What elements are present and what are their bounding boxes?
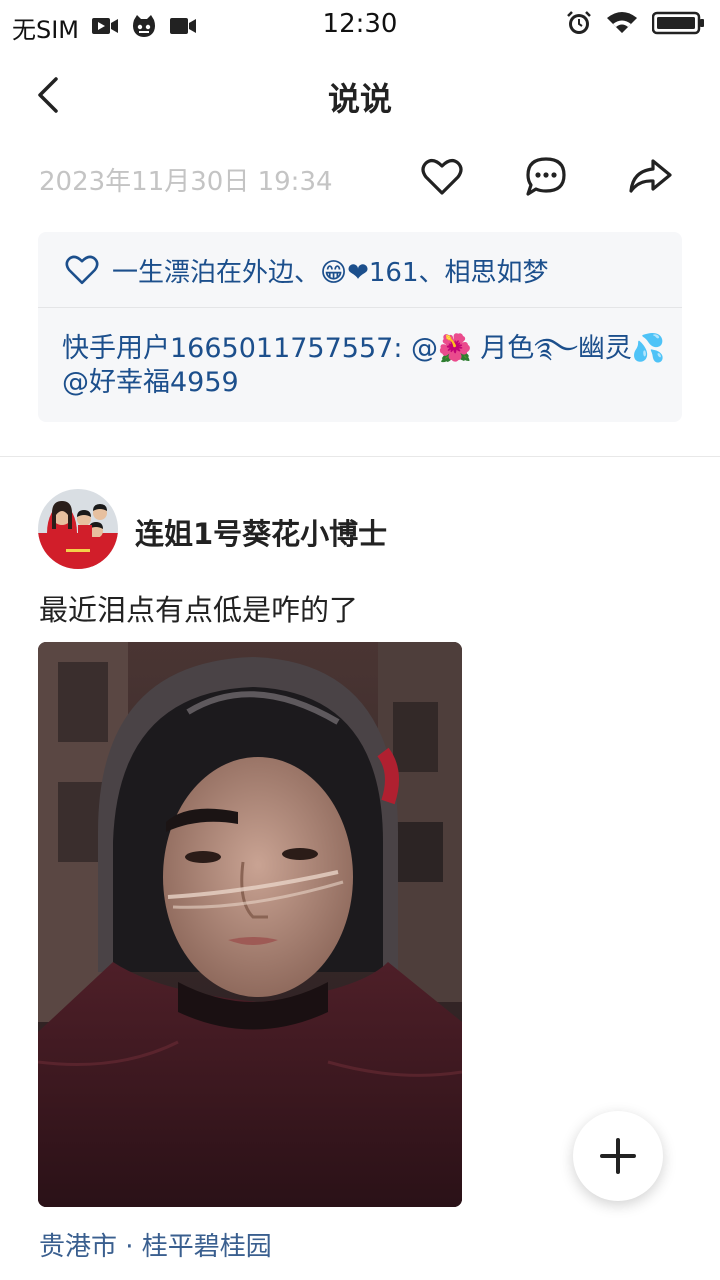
status-right [566, 10, 706, 40]
wifi-icon [606, 11, 638, 39]
alarm-icon [566, 10, 592, 40]
plus-icon [600, 1138, 636, 1174]
like-button[interactable] [418, 153, 466, 201]
post-meta-row: 2023年11月30日 19:34 [0, 145, 720, 209]
add-post-button[interactable] [573, 1111, 663, 1201]
screen: 无SIM 12:30 说说 2023年11月30日 19:34 一生漂泊在外边、… [0, 0, 720, 1280]
author-avatar[interactable] [38, 489, 118, 569]
likes-heart-icon [64, 254, 100, 290]
post-photo[interactable] [38, 642, 462, 1207]
nav-bar: 说说 [0, 50, 720, 140]
post-text: 最近泪点有点低是咋的了 [39, 593, 359, 627]
battery-icon [651, 11, 706, 39]
comment-button[interactable] [522, 153, 570, 201]
comment-item[interactable]: 快手用户1665011757557: @🌺 月色࿐幽灵💦 @好幸福4959 [62, 332, 672, 400]
interaction-box: 一生漂泊在外边、😁❤161、相思如梦 快手用户1665011757557: @🌺… [38, 232, 682, 422]
post-location[interactable]: 贵港市 · 桂平碧桂园 [39, 1226, 272, 1263]
post-timestamp: 2023年11月30日 19:34 [39, 167, 333, 197]
likes-list[interactable]: 一生漂泊在外边、😁❤161、相思如梦 [112, 252, 549, 289]
author-name[interactable]: 连姐1号葵花小博士 [135, 511, 387, 553]
page-title: 说说 [327, 80, 392, 118]
status-bar: 无SIM 12:30 [0, 0, 720, 50]
likes-row: 一生漂泊在外边、😁❤161、相思如梦 [38, 232, 682, 308]
share-button[interactable] [626, 153, 674, 201]
comment-bubble-icon [526, 157, 566, 196]
comment-author[interactable]: 快手用户1665011757557 [62, 333, 393, 364]
share-arrow-icon [629, 159, 672, 193]
section-divider [0, 456, 720, 457]
heart-icon [421, 159, 463, 195]
